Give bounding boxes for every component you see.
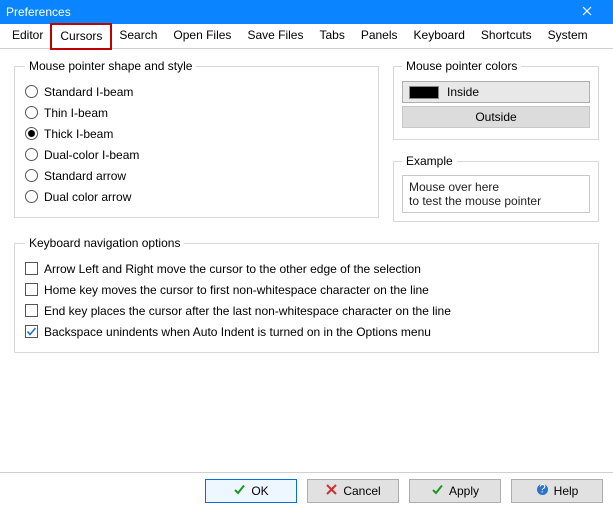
group-pointer-shape: Mouse pointer shape and style Standard I… bbox=[14, 59, 379, 218]
radio-icon bbox=[25, 85, 38, 98]
checkbox-icon bbox=[25, 325, 38, 338]
check-icon bbox=[233, 483, 246, 499]
check-label: Backspace unindents when Auto Indent is … bbox=[44, 325, 431, 339]
tab-save-files[interactable]: Save Files bbox=[239, 24, 311, 49]
button-label: Help bbox=[554, 484, 579, 498]
tab-editor[interactable]: Editor bbox=[4, 24, 51, 49]
radio-icon bbox=[25, 127, 38, 140]
tab-strip: Editor Cursors Search Open Files Save Fi… bbox=[0, 24, 613, 49]
apply-button[interactable]: Apply bbox=[409, 479, 501, 503]
button-bar-separator bbox=[0, 472, 613, 473]
window-title: Preferences bbox=[6, 5, 71, 19]
tab-tabs[interactable]: Tabs bbox=[311, 24, 352, 49]
color-inside[interactable]: Inside bbox=[402, 81, 590, 103]
button-label: Cancel bbox=[343, 484, 380, 498]
window-close-button[interactable] bbox=[567, 0, 607, 24]
checkbox-icon bbox=[25, 304, 38, 317]
color-swatch-icon bbox=[409, 86, 439, 99]
check-label: Home key moves the cursor to first non-w… bbox=[44, 283, 429, 297]
radio-thin-i-beam[interactable]: Thin I-beam bbox=[25, 102, 368, 123]
tab-shortcuts[interactable]: Shortcuts bbox=[473, 24, 540, 49]
radio-icon bbox=[25, 190, 38, 203]
color-label: Inside bbox=[447, 85, 479, 99]
tab-cursors[interactable]: Cursors bbox=[51, 24, 111, 49]
tab-search[interactable]: Search bbox=[111, 24, 165, 49]
tab-label: Cursors bbox=[60, 29, 102, 43]
radio-dual-color-arrow[interactable]: Dual color arrow bbox=[25, 186, 368, 207]
radio-label: Thin I-beam bbox=[44, 106, 108, 120]
tab-label: Search bbox=[119, 28, 157, 42]
group-legend: Example bbox=[402, 154, 457, 168]
svg-text:?: ? bbox=[539, 483, 546, 496]
button-bar: OK Cancel Apply ? Help bbox=[0, 479, 613, 503]
tab-label: Panels bbox=[361, 28, 398, 42]
group-legend: Mouse pointer colors bbox=[402, 59, 521, 73]
radio-label: Dual color arrow bbox=[44, 190, 131, 204]
ok-button[interactable]: OK bbox=[205, 479, 297, 503]
radio-icon bbox=[25, 169, 38, 182]
radio-label: Standard arrow bbox=[44, 169, 126, 183]
button-label: OK bbox=[251, 484, 268, 498]
help-icon: ? bbox=[536, 483, 549, 499]
tab-system[interactable]: System bbox=[540, 24, 596, 49]
tab-label: Editor bbox=[12, 28, 43, 42]
radio-icon bbox=[25, 148, 38, 161]
color-outside[interactable]: Outside bbox=[402, 106, 590, 128]
check-home-nonws[interactable]: Home key moves the cursor to first non-w… bbox=[25, 279, 588, 300]
cancel-icon bbox=[325, 483, 338, 499]
group-legend: Mouse pointer shape and style bbox=[25, 59, 196, 73]
tab-label: Keyboard bbox=[414, 28, 465, 42]
title-bar: Preferences bbox=[0, 0, 613, 24]
group-keyboard-nav: Keyboard navigation options Arrow Left a… bbox=[14, 236, 599, 353]
check-label: Arrow Left and Right move the cursor to … bbox=[44, 262, 421, 276]
check-arrow-edges[interactable]: Arrow Left and Right move the cursor to … bbox=[25, 258, 588, 279]
radio-icon bbox=[25, 106, 38, 119]
tab-label: Tabs bbox=[319, 28, 344, 42]
tab-label: Shortcuts bbox=[481, 28, 532, 42]
content-area: Mouse pointer shape and style Standard I… bbox=[0, 49, 613, 353]
radio-label: Dual-color I-beam bbox=[44, 148, 139, 162]
example-hover-area[interactable]: Mouse over here to test the mouse pointe… bbox=[402, 175, 590, 213]
checkbox-icon bbox=[25, 283, 38, 296]
check-label: End key places the cursor after the last… bbox=[44, 304, 451, 318]
group-legend: Keyboard navigation options bbox=[25, 236, 184, 250]
tab-keyboard[interactable]: Keyboard bbox=[406, 24, 473, 49]
radio-standard-arrow[interactable]: Standard arrow bbox=[25, 165, 368, 186]
radio-label: Thick I-beam bbox=[44, 127, 113, 141]
help-button[interactable]: ? Help bbox=[511, 479, 603, 503]
tab-label: Save Files bbox=[247, 28, 303, 42]
tab-panels[interactable]: Panels bbox=[353, 24, 406, 49]
check-icon bbox=[431, 483, 444, 499]
tab-label: Open Files bbox=[173, 28, 231, 42]
radio-label: Standard I-beam bbox=[44, 85, 133, 99]
check-end-nonws[interactable]: End key places the cursor after the last… bbox=[25, 300, 588, 321]
tab-open-files[interactable]: Open Files bbox=[165, 24, 239, 49]
close-icon bbox=[582, 5, 592, 19]
example-line2: to test the mouse pointer bbox=[409, 194, 583, 208]
color-label: Outside bbox=[475, 110, 516, 124]
group-pointer-colors: Mouse pointer colors Inside Outside bbox=[393, 59, 599, 140]
radio-dual-color-i-beam[interactable]: Dual-color I-beam bbox=[25, 144, 368, 165]
checkbox-icon bbox=[25, 262, 38, 275]
cancel-button[interactable]: Cancel bbox=[307, 479, 399, 503]
check-backspace-unindent[interactable]: Backspace unindents when Auto Indent is … bbox=[25, 321, 588, 342]
button-label: Apply bbox=[449, 484, 479, 498]
tab-label: System bbox=[548, 28, 588, 42]
example-line1: Mouse over here bbox=[409, 180, 583, 194]
radio-thick-i-beam[interactable]: Thick I-beam bbox=[25, 123, 368, 144]
radio-standard-i-beam[interactable]: Standard I-beam bbox=[25, 81, 368, 102]
group-example: Example Mouse over here to test the mous… bbox=[393, 154, 599, 222]
